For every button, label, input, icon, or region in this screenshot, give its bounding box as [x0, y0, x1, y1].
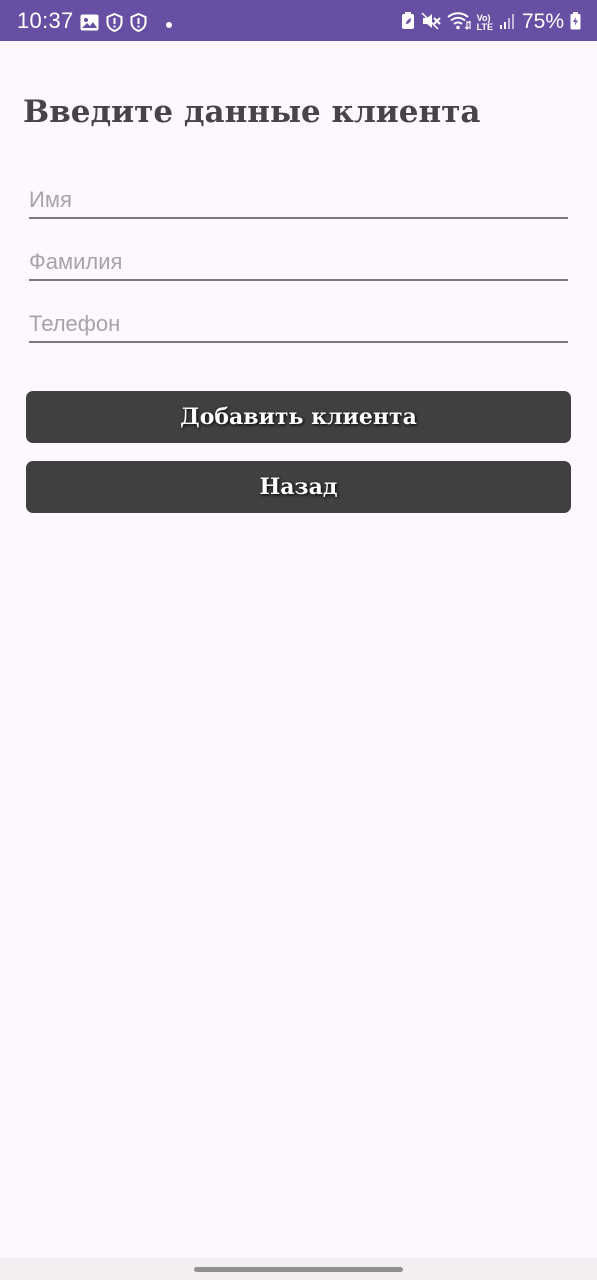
notification-dot-icon — [166, 22, 172, 28]
volte-bottom-label: LTE — [476, 22, 493, 32]
navigation-bar — [0, 1258, 597, 1280]
first-name-field-wrapper — [29, 177, 568, 219]
image-icon — [80, 14, 99, 36]
signal-icon — [499, 12, 516, 35]
wifi-icon — [446, 11, 471, 35]
last-name-input[interactable] — [29, 249, 568, 275]
shield-alert-icon — [130, 12, 147, 37]
battery-saver-icon — [401, 11, 415, 35]
add-client-button[interactable]: Добавить клиента — [26, 391, 571, 443]
phone-field-wrapper — [29, 301, 568, 343]
first-name-input[interactable] — [29, 187, 568, 213]
last-name-field-wrapper — [29, 239, 568, 281]
system-icons: Vo) LTE 75% — [401, 10, 581, 35]
battery-icon — [570, 11, 581, 35]
page-title: Введите данные клиента — [23, 94, 481, 130]
volte-icon: Vo) LTE — [477, 14, 493, 32]
battery-percent: 75% — [521, 10, 564, 33]
shield-alert-icon — [106, 12, 123, 37]
mute-icon — [421, 11, 441, 35]
status-time: 10:37 — [17, 8, 74, 33]
home-gesture-handle[interactable] — [194, 1267, 403, 1272]
phone-input[interactable] — [29, 311, 568, 337]
back-button[interactable]: Назад — [26, 461, 571, 513]
status-bar: 10:37 Vo) LTE 75% — [0, 0, 597, 41]
notification-icons — [80, 12, 172, 37]
